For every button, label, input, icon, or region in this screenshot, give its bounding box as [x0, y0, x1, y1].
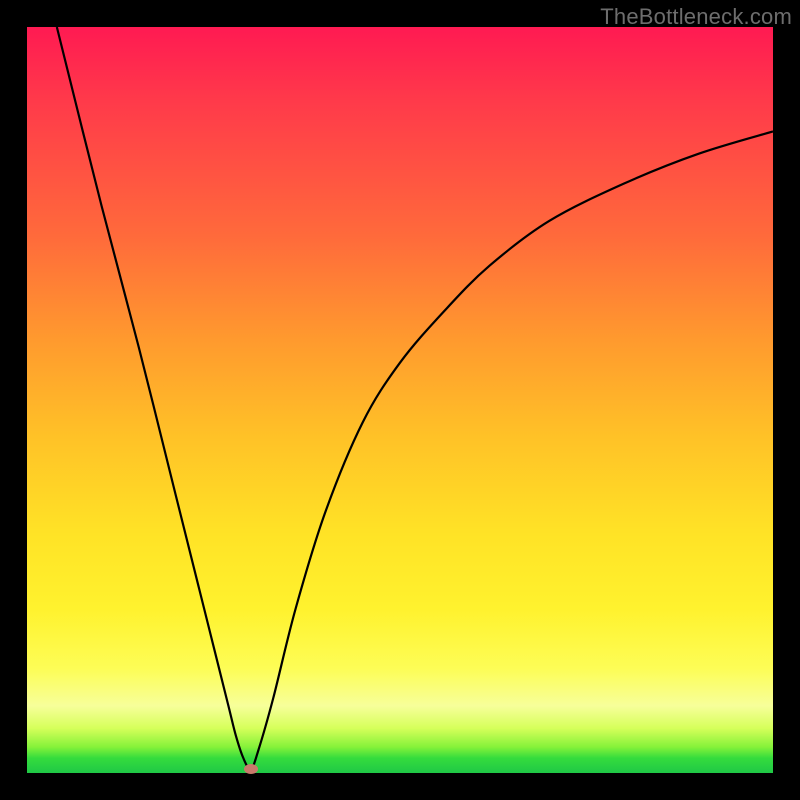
- watermark-text: TheBottleneck.com: [600, 4, 792, 30]
- chart-frame: TheBottleneck.com: [0, 0, 800, 800]
- bottleneck-curve: [27, 27, 773, 773]
- plot-area: [27, 27, 773, 773]
- curve-path: [57, 27, 773, 769]
- optimum-marker: [244, 764, 258, 774]
